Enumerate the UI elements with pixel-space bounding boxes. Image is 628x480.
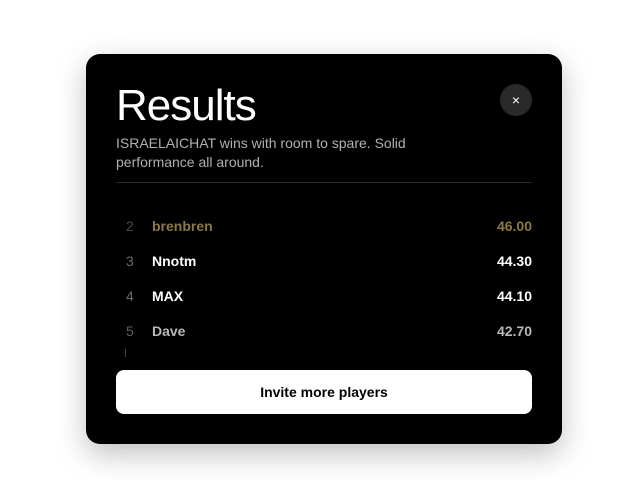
result-score: 46.00 [496,218,532,234]
modal-title: Results [116,81,257,130]
result-rank: 3 [126,253,134,269]
result-row: 5 Dave 42.70 [116,313,532,348]
result-rank: 5 [126,323,134,339]
results-modal: Results × ISRAELAICHAT wins with room to… [86,54,562,444]
close-icon: × [511,92,521,108]
result-player-name: Dave [152,323,186,339]
result-rank: 2 [126,218,134,234]
result-row: 2 brenbren 46.00 [116,208,532,243]
result-rank: 4 [126,288,134,304]
invite-players-button[interactable]: Invite more players [116,370,532,414]
divider [116,182,532,183]
result-row: 4 MAX 44.10 [116,278,532,313]
close-button[interactable]: × [500,84,532,116]
next-row-peek [125,349,126,357]
result-player-name: Nnotm [152,253,197,269]
result-score: 44.30 [496,253,532,269]
result-player-name: MAX [152,288,184,304]
results-summary: ISRAELAICHAT wins with room to spare. So… [116,135,406,170]
result-score: 44.10 [496,288,532,304]
result-player-name: brenbren [152,218,213,234]
results-list[interactable]: 2 brenbren 46.00 3 Nnotm 44.30 4 MAX 44.… [116,208,532,358]
result-score: 42.70 [496,323,532,339]
result-row: 3 Nnotm 44.30 [116,243,532,278]
